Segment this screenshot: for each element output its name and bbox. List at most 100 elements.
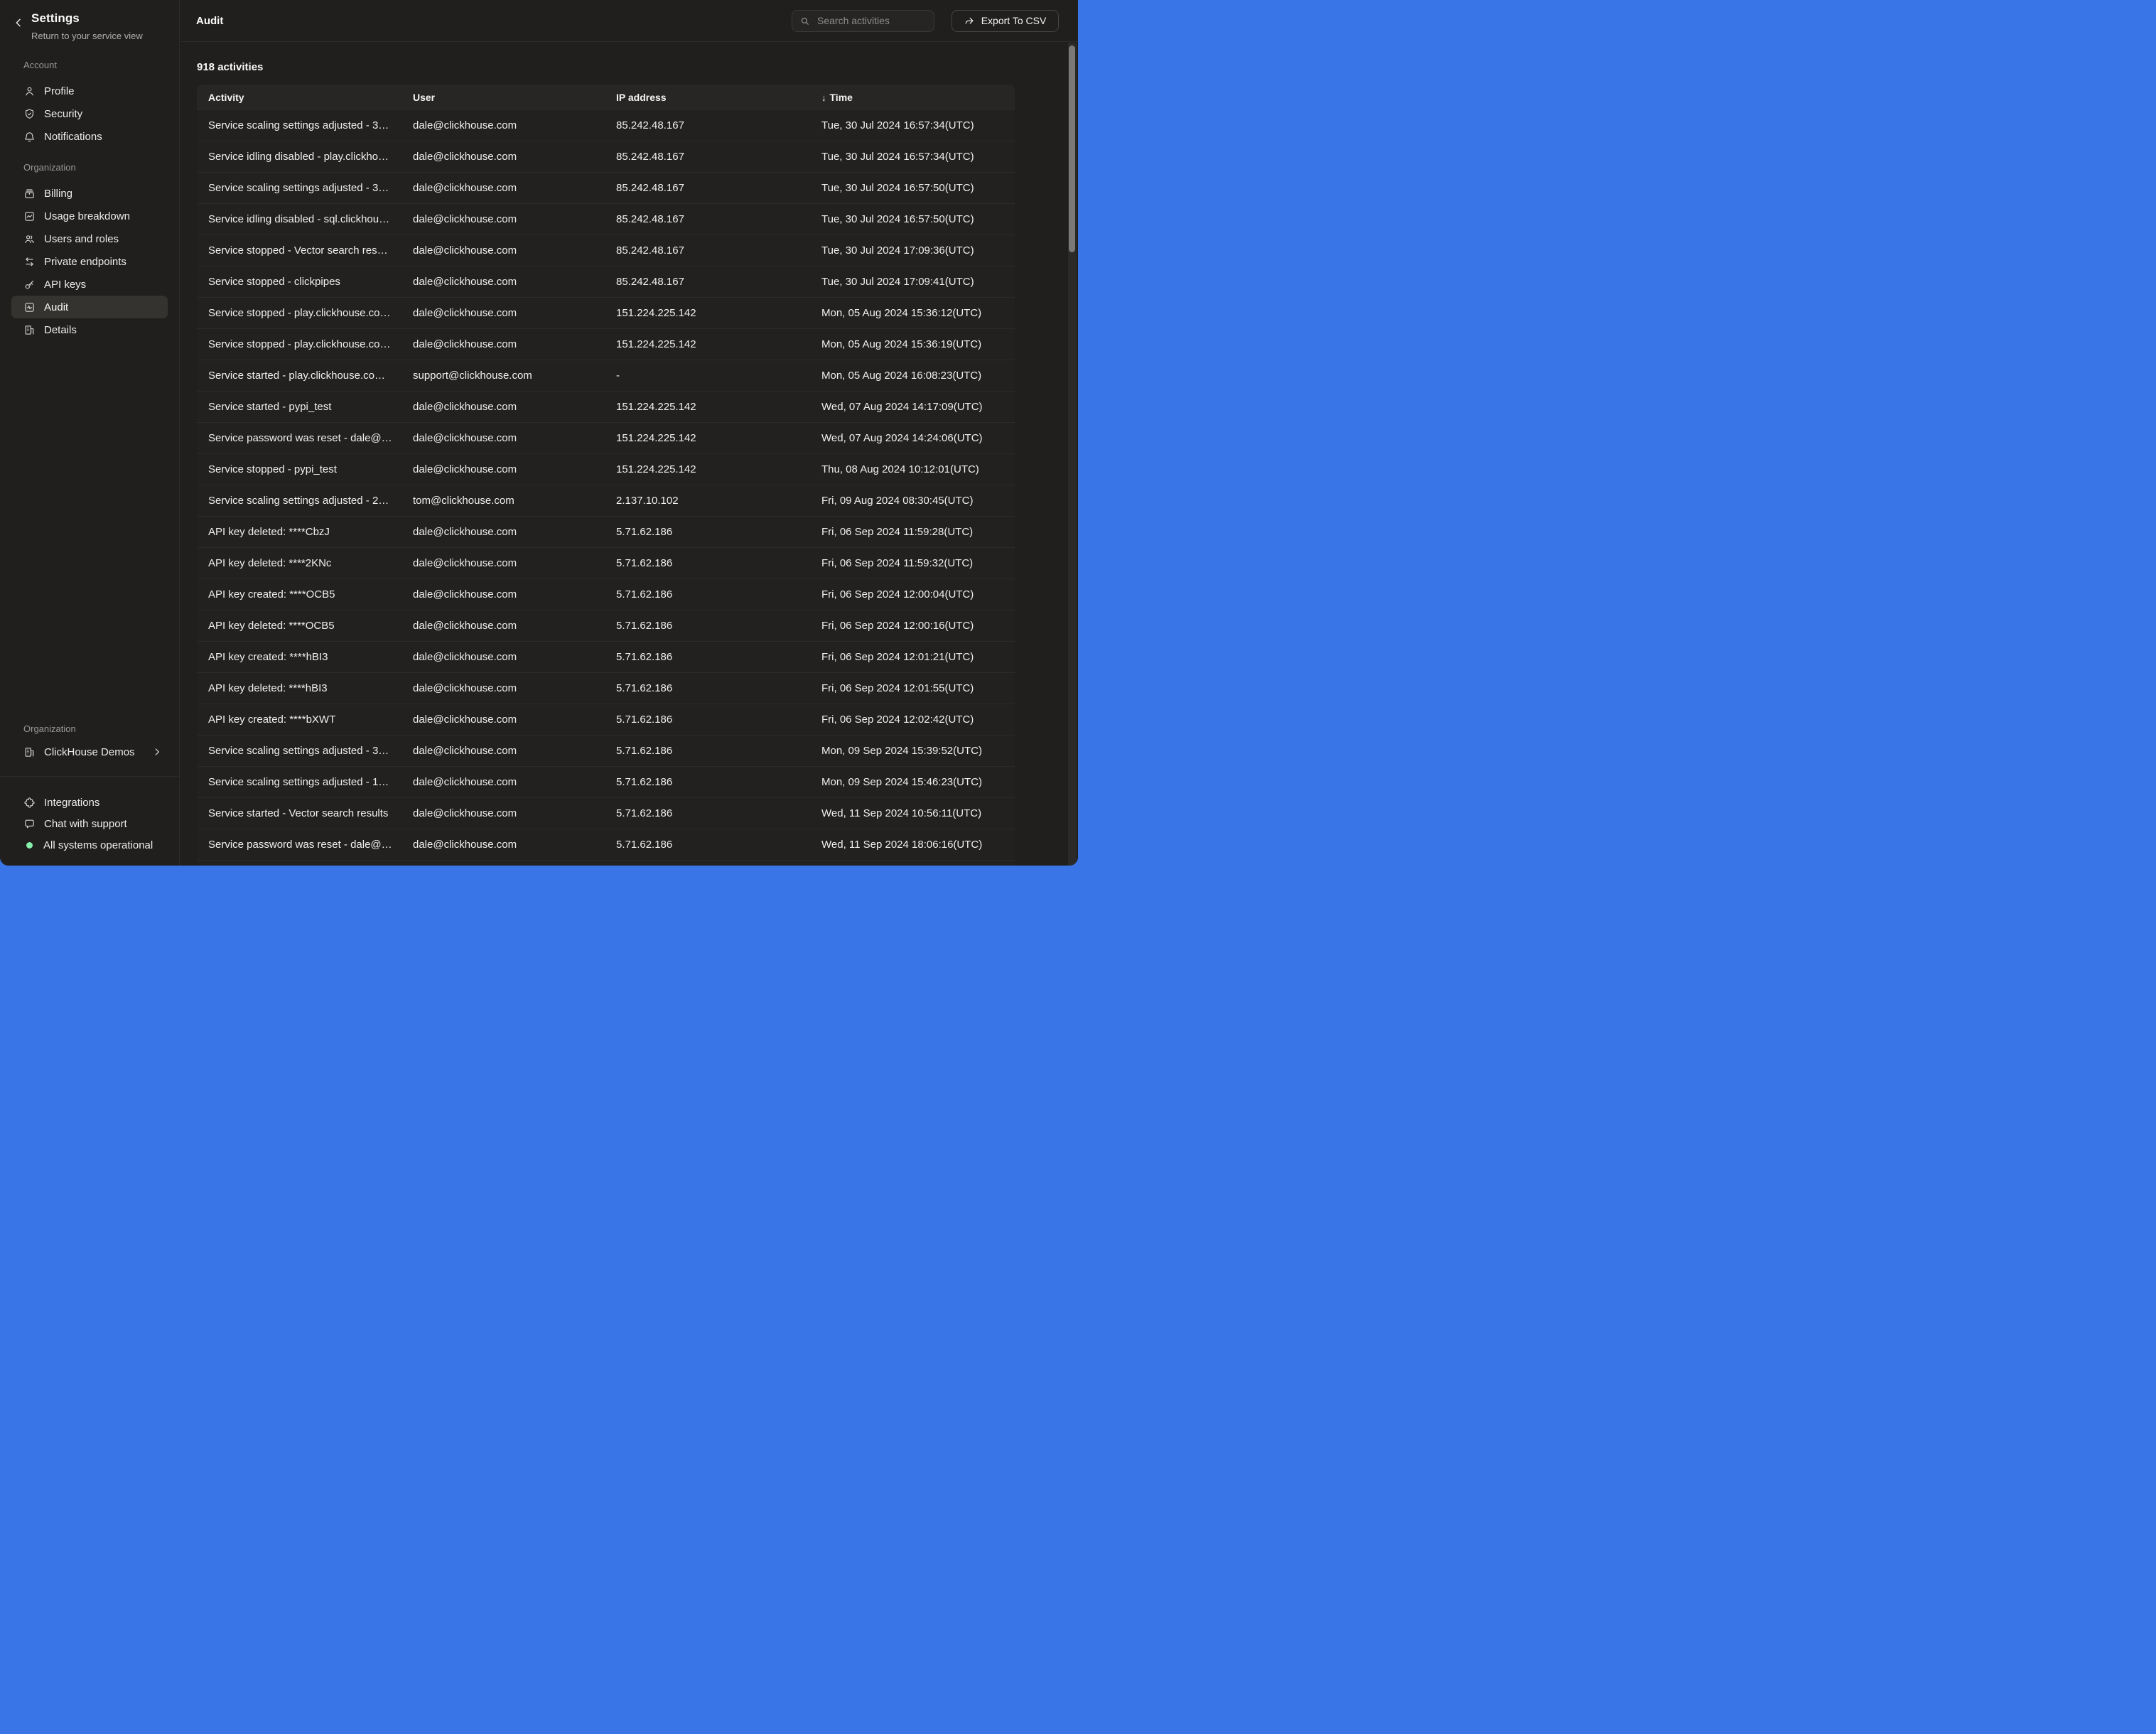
time-cell: Tue, 30 Jul 2024 16:57:34(UTC) [821,151,1015,163]
ip-address-cell: 85.242.48.167 [616,276,821,288]
sidebar-item-label: Security [44,108,82,120]
activity-cell: API key deleted: ****2KNc [197,557,413,569]
user-cell: dale@clickhouse.com [413,213,616,225]
settings-subtitle: Return to your service view [31,31,165,41]
ip-address-cell: 5.71.62.186 [616,839,821,851]
column-header-ip-address[interactable]: IP address [616,92,821,103]
table-row: Service started - play.clickhouse.co…sup… [197,360,1015,391]
user-cell: dale@clickhouse.com [413,463,616,475]
user-cell: dale@clickhouse.com [413,557,616,569]
user-cell: dale@clickhouse.com [413,276,616,288]
activity-cell: Service started - Vector search results [197,807,413,819]
sidebar-item-security[interactable]: Security [11,102,168,125]
search-input[interactable] [816,14,927,27]
activity-cell: Service stopped - play.clickhouse.co… [197,307,413,319]
user-cell: support@clickhouse.com [413,370,616,382]
column-header-label: Activity [208,92,244,103]
user-cell: dale@clickhouse.com [413,401,616,413]
activity-cell: Service stopped - play.clickhouse.co… [197,338,413,350]
time-cell: Fri, 06 Sep 2024 12:00:04(UTC) [821,588,1015,601]
time-cell: Mon, 05 Aug 2024 15:36:19(UTC) [821,338,1015,350]
sidebar-item-billing[interactable]: Billing [11,182,168,205]
sidebar: Settings Return to your service view Acc… [0,0,180,866]
org-switcher[interactable]: ClickHouse Demos [11,741,168,763]
table-header-row: Activity UserIP address ↓Time [197,85,1015,109]
activity-cell: API key created: ****bXWT [197,713,413,726]
ip-address-cell: 85.242.48.167 [616,119,821,131]
ip-address-cell: 85.242.48.167 [616,244,821,257]
time-cell: Wed, 07 Aug 2024 14:17:09(UTC) [821,401,1015,413]
system-status[interactable]: All systems operational [11,834,168,856]
sidebar-item-usage-breakdown[interactable]: Usage breakdown [11,205,168,227]
ip-address-cell: 5.71.62.186 [616,807,821,819]
sidebar-item-private-endpoints[interactable]: Private endpoints [11,250,168,273]
user-cell: dale@clickhouse.com [413,807,616,819]
sidebar-item-profile[interactable]: Profile [11,80,168,102]
activity-cell: Service password was reset - dale@… [197,432,413,444]
org-name: ClickHouse Demos [44,746,135,758]
column-header-time[interactable]: ↓Time [821,92,1015,103]
sidebar-item-label: Billing [44,188,72,200]
time-cell: Fri, 06 Sep 2024 11:59:32(UTC) [821,557,1015,569]
export-label: Export To CSV [981,15,1047,26]
section-label-account: Account [23,60,179,70]
sidebar-item-label: Notifications [44,131,102,143]
section-label-organization: Organization [23,162,179,173]
table-row: Service started - pypi_testdale@clickhou… [197,391,1015,422]
activity-cell: Service stopped - pypi_test [197,463,413,475]
ip-address-cell: 5.71.62.186 [616,588,821,601]
time-cell: Tue, 30 Jul 2024 17:09:41(UTC) [821,276,1015,288]
time-cell: Fri, 06 Sep 2024 11:59:28(UTC) [821,526,1015,538]
table-row: Service stopped - Vector search res…dale… [197,235,1015,266]
search-icon [799,16,810,26]
time-cell: Fri, 09 Aug 2024 08:30:45(UTC) [821,495,1015,507]
table-row: Service password was reset - dale@…dale@… [197,422,1015,453]
ip-address-cell: 5.71.62.186 [616,776,821,788]
sidebar-bottom: Organization ClickHouse Demos Integratio… [0,723,179,866]
sidebar-item-integrations[interactable]: Integrations [11,792,168,813]
user-cell: dale@clickhouse.com [413,713,616,726]
private-endpoints-icon [23,256,36,268]
sidebar-divider [0,776,179,777]
ip-address-cell: 85.242.48.167 [616,182,821,194]
time-cell: Mon, 05 Aug 2024 16:08:23(UTC) [821,370,1015,382]
building-icon [23,746,36,758]
sidebar-item-api-keys[interactable]: API keys [11,273,168,296]
column-header-label: IP address [616,92,667,103]
activity-cell: Service started - pypi_test [197,401,413,413]
table-row: Service password was reset - dale@…dale@… [197,829,1015,860]
table-row: API key deleted: ****2KNcdale@clickhouse… [197,547,1015,578]
user-cell: tom@clickhouse.com [413,495,616,507]
table-row: API key deleted: ****OCB5dale@clickhouse… [197,610,1015,641]
time-cell: Mon, 09 Sep 2024 15:46:23(UTC) [821,776,1015,788]
column-header-user[interactable]: User [413,92,616,103]
time-cell: Wed, 11 Sep 2024 18:06:16(UTC) [821,839,1015,851]
scrollbar-thumb[interactable] [1069,45,1075,252]
time-cell: Tue, 30 Jul 2024 16:57:50(UTC) [821,213,1015,225]
table-row: API key created: ****bXWTdale@clickhouse… [197,704,1015,735]
ip-address-cell: - [616,370,821,382]
sidebar-item-label: Usage breakdown [44,210,130,222]
sidebar-item-details[interactable]: Details [11,318,168,341]
audit-table: Activity UserIP address ↓Time Service scal… [197,85,1015,866]
sidebar-header: Settings Return to your service view [0,0,179,41]
time-cell: Mon, 05 Aug 2024 15:36:12(UTC) [821,307,1015,319]
export-csv-button[interactable]: Export To CSV [952,10,1059,32]
activity-cell: Service scaling settings adjusted - 1… [197,776,413,788]
back-button[interactable] [11,16,26,30]
activity-cell: Service idling disabled - play.clickho… [197,151,413,163]
user-cell: dale@clickhouse.com [413,151,616,163]
scrollbar-track[interactable] [1068,43,1077,866]
main-panel: Audit Export To CSV 918 activities Activ… [180,0,1078,866]
column-header-activity[interactable]: Activity [197,92,413,103]
user-cell: dale@clickhouse.com [413,182,616,194]
ip-address-cell: 2.137.10.102 [616,495,821,507]
sidebar-item-notifications[interactable]: Notifications [11,125,168,148]
time-cell: Tue, 30 Jul 2024 17:09:36(UTC) [821,244,1015,257]
ip-address-cell: 5.71.62.186 [616,682,821,694]
sidebar-item-audit[interactable]: Audit [11,296,168,318]
sidebar-item-chat-with-support[interactable]: Chat with support [11,813,168,834]
table-row: API key created: ****OCB5dale@clickhouse… [197,578,1015,610]
sidebar-item-users-and-roles[interactable]: Users and roles [11,227,168,250]
ip-address-cell: 85.242.48.167 [616,213,821,225]
